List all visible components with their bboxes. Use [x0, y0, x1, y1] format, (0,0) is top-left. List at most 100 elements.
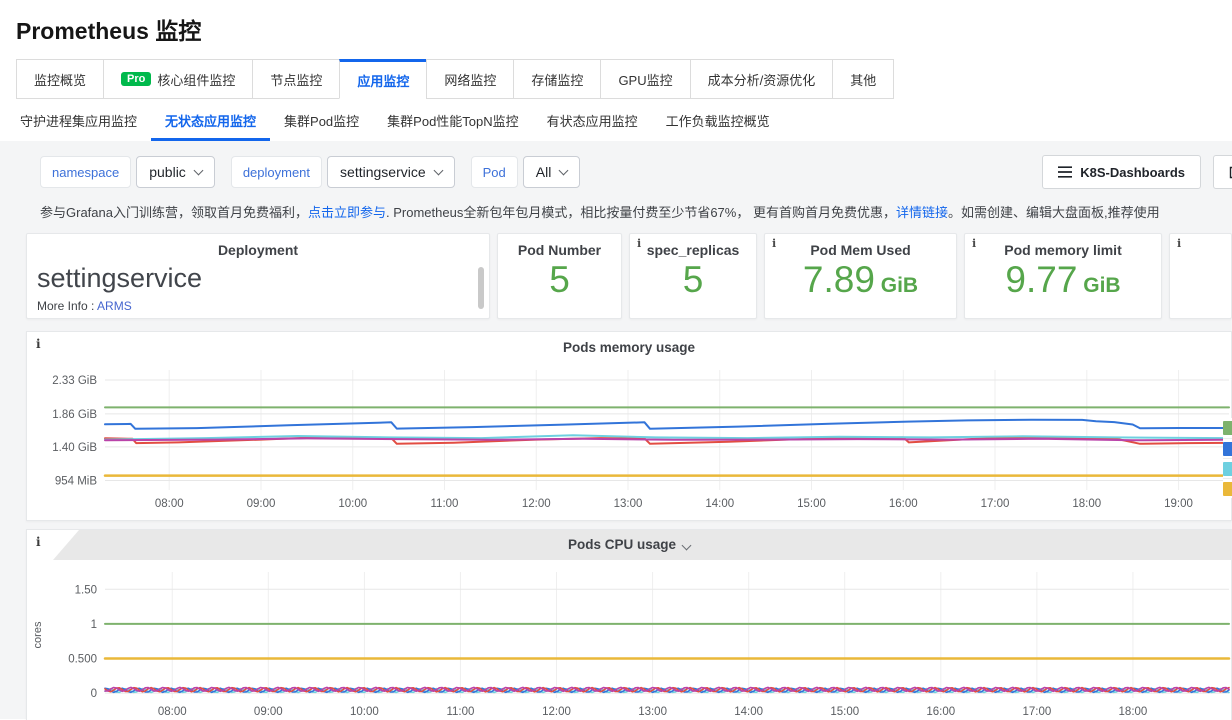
- info-icon[interactable]: i: [1177, 237, 1181, 250]
- svg-text:14:00: 14:00: [734, 706, 763, 718]
- svg-text:09:00: 09:00: [254, 706, 283, 718]
- stats-row: DeploymentsettingserviceMore Info : ARMS…: [26, 233, 1232, 319]
- tab-label: 成本分析/资源优化: [708, 70, 816, 89]
- primary-tab-2[interactable]: 节点监控: [252, 59, 340, 99]
- join-now-link[interactable]: 点击立即参与: [308, 205, 386, 220]
- primary-tab-5[interactable]: 存储监控: [513, 59, 601, 99]
- import-button[interactable]: 导入: [1213, 155, 1232, 189]
- tab-label: 节点监控: [270, 70, 322, 89]
- memory-chart-legend: [1223, 418, 1232, 498]
- svg-text:1.50: 1.50: [75, 584, 97, 596]
- legend-series-dash: [1223, 482, 1232, 496]
- legend-item-3[interactable]: [1223, 478, 1232, 498]
- deployment-value: settingservice: [340, 164, 426, 180]
- pro-badge: Pro: [121, 72, 151, 86]
- secondary-tab-bar: 守护进程集应用监控无状态应用监控集群Pod监控集群Pod性能TopN监控有状态应…: [6, 105, 1232, 141]
- legend-series-dash: [1223, 442, 1232, 456]
- primary-tab-0[interactable]: 监控概览: [16, 59, 104, 99]
- primary-tab-3[interactable]: 应用监控: [339, 59, 427, 99]
- tab-label: 其他: [850, 70, 876, 89]
- svg-text:09:00: 09:00: [247, 498, 276, 510]
- namespace-filter-group: namespace public: [40, 156, 215, 188]
- svg-text:0.500: 0.500: [68, 654, 97, 666]
- toolbar: K8S-Dashboards 导入: [1042, 155, 1232, 189]
- namespace-value: public: [149, 164, 186, 180]
- svg-text:10:00: 10:00: [350, 706, 379, 718]
- info-icon[interactable]: i: [772, 237, 776, 250]
- filter-bar: namespace public deployment settingservi…: [40, 155, 1232, 189]
- notice-text: 。如需创建、编辑大盘面板,推荐使用: [948, 205, 1160, 220]
- svg-text:11:00: 11:00: [446, 706, 474, 718]
- stat-value: 5: [498, 261, 621, 298]
- cpu-chart-header: i Pods CPU usage: [27, 530, 1231, 560]
- tab-label: 应用监控: [357, 71, 409, 90]
- page-title: Prometheus 监控: [16, 12, 1232, 46]
- cpu-chart-title-text: Pods CPU usage: [568, 537, 676, 552]
- deployment-select[interactable]: settingservice: [327, 156, 455, 188]
- svg-text:17:00: 17:00: [1022, 706, 1051, 718]
- info-icon[interactable]: i: [36, 337, 41, 351]
- legend-item-2[interactable]: [1223, 458, 1232, 478]
- arms-link[interactable]: ARMS: [97, 299, 132, 313]
- legend-series-dash: [1223, 462, 1232, 476]
- info-icon[interactable]: i: [36, 535, 41, 549]
- svg-text:12:00: 12:00: [522, 498, 551, 510]
- primary-tab-bar: 监控概览 Pro核心组件监控节点监控 应用监控网络监控存储监控 GPU监控 成本分析/资…: [16, 59, 1232, 99]
- memory-usage-chart[interactable]: 08:0009:0010:0011:0012:0013:0014:0015:00…: [27, 362, 1232, 520]
- info-icon[interactable]: i: [972, 237, 976, 250]
- primary-tab-4[interactable]: 网络监控: [426, 59, 514, 99]
- promo-notice: 参与Grafana入门训练营，领取首月免费福利，点击立即参与. Promethe…: [40, 202, 1232, 221]
- namespace-select[interactable]: public: [136, 156, 215, 188]
- secondary-tab-0[interactable]: 守护进程集应用监控: [6, 105, 151, 141]
- secondary-tab-4[interactable]: 有状态应用监控: [533, 105, 652, 141]
- stat-title: spec_replicas: [630, 242, 756, 258]
- svg-text:11:00: 11:00: [431, 498, 459, 510]
- secondary-tab-3[interactable]: 集群Pod性能TopN监控: [373, 105, 532, 141]
- namespace-label: namespace: [40, 156, 131, 188]
- stat-card-spec-replicas: ispec_replicas5: [629, 233, 757, 319]
- primary-tab-6[interactable]: GPU监控: [600, 59, 690, 99]
- legend-item-0[interactable]: [1223, 418, 1232, 438]
- memory-chart-title[interactable]: Pods memory usage: [27, 332, 1231, 362]
- scrollbar-thumb[interactable]: [478, 267, 484, 309]
- svg-text:13:00: 13:00: [614, 498, 643, 510]
- k8s-dashboards-label: K8S-Dashboards: [1080, 165, 1185, 180]
- tab-label: 监控概览: [34, 70, 86, 89]
- pod-label: Pod: [471, 156, 518, 188]
- notice-text: . Prometheus全新包年包月模式，相比按量付费至少节省67%， 更有首购…: [386, 205, 896, 220]
- stat-title: Pod Mem Used: [765, 242, 956, 258]
- tab-label: GPU监控: [618, 70, 672, 89]
- svg-text:1: 1: [91, 619, 97, 631]
- secondary-tab-1[interactable]: 无状态应用监控: [151, 105, 270, 141]
- primary-tab-7[interactable]: 成本分析/资源优化: [690, 59, 834, 99]
- deployment-label: deployment: [231, 156, 322, 188]
- k8s-dashboards-button[interactable]: K8S-Dashboards: [1042, 155, 1201, 189]
- stat-card-pod-number: Pod Number5: [497, 233, 622, 319]
- cpu-usage-chart[interactable]: 08:0009:0010:0011:0012:0013:0014:0015:00…: [27, 560, 1232, 720]
- notice-text: 参与Grafana入门训练营，领取首月免费福利，: [40, 205, 308, 220]
- secondary-tab-2[interactable]: 集群Pod监控: [270, 105, 373, 141]
- svg-text:08:00: 08:00: [155, 498, 184, 510]
- tab-label: 存储监控: [531, 70, 583, 89]
- pod-value: All: [536, 164, 552, 180]
- stat-unit: GiB: [1077, 274, 1120, 297]
- primary-tab-8[interactable]: 其他: [832, 59, 894, 99]
- primary-tab-1[interactable]: Pro核心组件监控: [103, 59, 253, 99]
- legend-series-dash: [1223, 421, 1232, 435]
- svg-text:1.40 GiB: 1.40 GiB: [52, 442, 97, 454]
- stat-value: 9.77 GiB: [965, 261, 1161, 298]
- svg-text:15:00: 15:00: [797, 498, 826, 510]
- svg-text:17:00: 17:00: [981, 498, 1010, 510]
- details-link[interactable]: 详情链接: [896, 205, 948, 220]
- svg-text:18:00: 18:00: [1072, 498, 1101, 510]
- cpu-usage-panel: i Pods CPU usage 08:0009:0010:0011:0012:…: [26, 529, 1232, 720]
- cpu-chart-title[interactable]: Pods CPU usage: [27, 530, 1231, 560]
- info-icon[interactable]: i: [637, 237, 641, 250]
- stat-card-deployment: DeploymentsettingserviceMore Info : ARMS: [26, 233, 490, 319]
- stat-card-pod-memory-limit: iPod memory limit9.77 GiB: [964, 233, 1162, 319]
- secondary-tab-5[interactable]: 工作负载监控概览: [652, 105, 784, 141]
- legend-item-1[interactable]: [1223, 438, 1232, 458]
- chevron-down-icon: [559, 165, 569, 175]
- pod-select[interactable]: All: [523, 156, 581, 188]
- chevron-down-icon: [433, 165, 443, 175]
